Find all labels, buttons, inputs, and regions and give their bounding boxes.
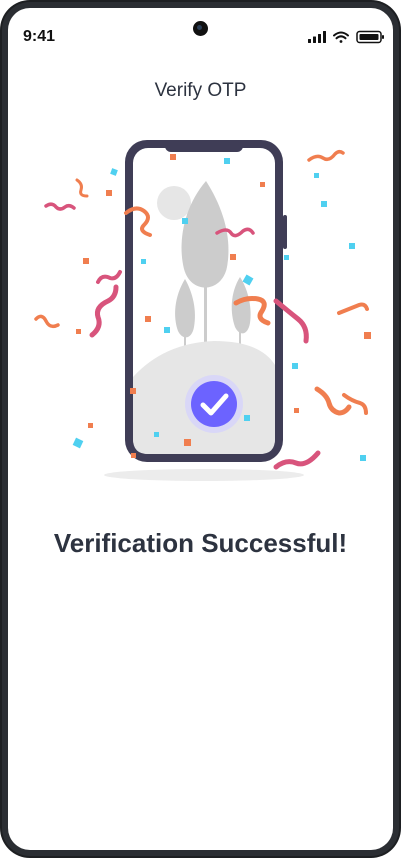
wifi-icon <box>333 31 349 43</box>
front-camera <box>193 21 208 36</box>
status-bar: 9:41 <box>8 8 393 64</box>
checkmark-badge-icon <box>185 375 243 433</box>
status-time: 9:41 <box>23 28 56 45</box>
device-frame: 9:41 Verify OTP Verification Successful! <box>0 0 401 858</box>
status-icons <box>308 30 384 44</box>
illustration-shadow <box>104 469 304 481</box>
verification-illustration <box>34 140 371 481</box>
signal-icon <box>308 31 326 43</box>
screen: 9:41 Verify OTP Verification Successful! <box>8 8 393 850</box>
battery-icon <box>356 30 384 44</box>
page-title: Verify OTP <box>154 80 247 101</box>
success-headline: Verification Successful! <box>53 528 348 558</box>
